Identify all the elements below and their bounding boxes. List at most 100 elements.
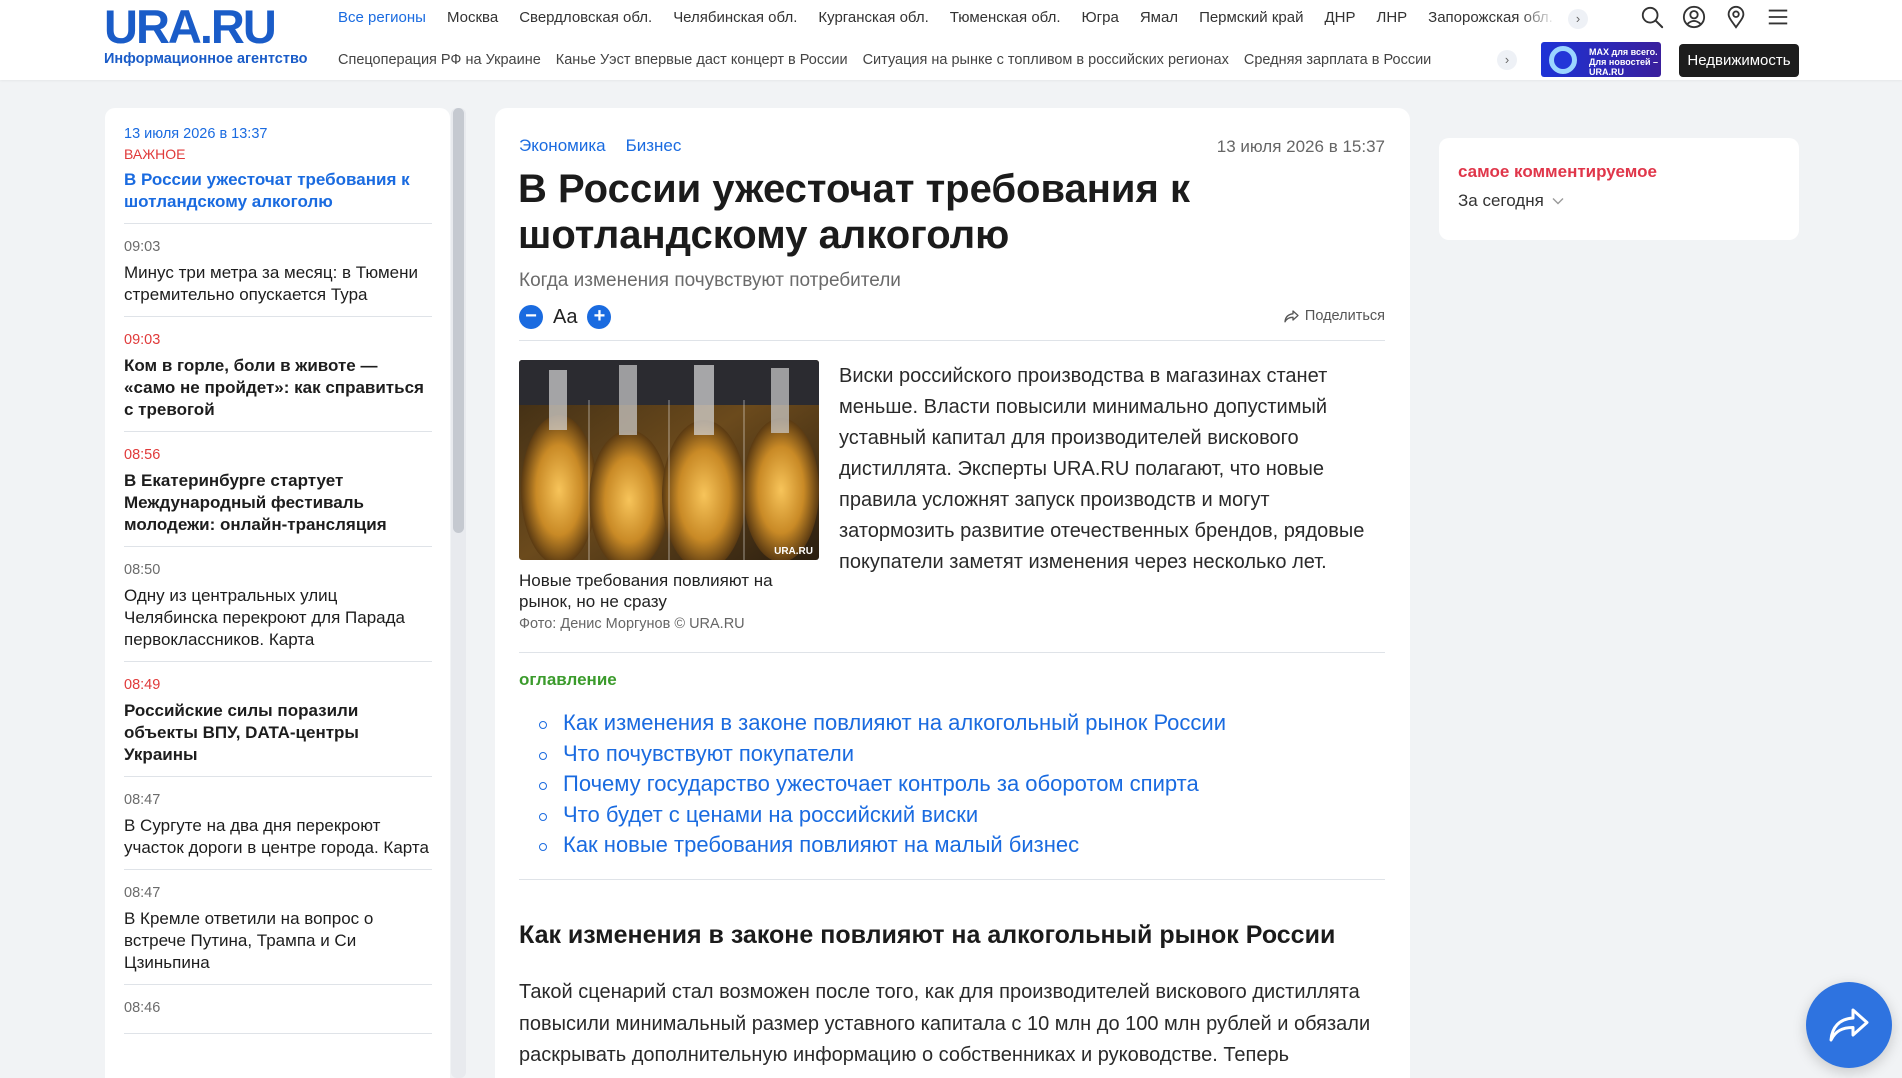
chevron-down-icon bbox=[1552, 198, 1564, 205]
hot-topics-nav: Спецоперация РФ на Украине Канье Уэст вп… bbox=[338, 50, 1498, 70]
feed-title[interactable]: Минус три метра за месяц: в Тюмени стрем… bbox=[124, 262, 432, 306]
widget-title: самое комментируемое bbox=[1458, 162, 1657, 181]
photo-caption: Новые требования повлияют на рынок, но н… bbox=[519, 571, 773, 611]
location-icon[interactable] bbox=[1724, 4, 1748, 30]
toc-item[interactable]: Что будет с ценами на российский виски bbox=[539, 800, 1339, 831]
feed-item[interactable]: 13 июля 2026 в 13:37 ВАЖНОЕ В России уже… bbox=[124, 125, 432, 224]
feed-time: 08:49 bbox=[124, 677, 161, 693]
share-button[interactable]: Поделиться bbox=[1284, 308, 1385, 324]
regions-scroll-right-button[interactable]: › bbox=[1568, 9, 1588, 29]
divider bbox=[519, 879, 1385, 880]
max-messenger-banner[interactable]: MAX для всего. Для новостей – URA.RU bbox=[1541, 42, 1661, 77]
toc-item-label[interactable]: Что почувствуют покупатели bbox=[563, 741, 854, 766]
feed-scrollbar[interactable] bbox=[451, 108, 466, 1078]
profile-icon[interactable] bbox=[1682, 4, 1706, 30]
region-yugra[interactable]: Югра bbox=[1082, 8, 1119, 30]
topics-scroll-right-button[interactable]: › bbox=[1497, 50, 1517, 70]
site-header: URA.RU Информационное агентство Все реги… bbox=[0, 0, 1902, 80]
feed-time: 08:46 bbox=[124, 1000, 161, 1016]
feed-time: 08:47 bbox=[124, 792, 161, 808]
font-size-control: − Aa + bbox=[519, 305, 612, 329]
feed-item[interactable]: 08:46 bbox=[124, 999, 432, 1034]
region-dnr[interactable]: ДНР bbox=[1324, 8, 1355, 30]
article: Экономика Бизнес 13 июля 2026 в 15:37 В … bbox=[495, 108, 1410, 1078]
toc-item[interactable]: Почему государство ужесточает контроль з… bbox=[539, 769, 1339, 800]
toc-item-label[interactable]: Почему государство ужесточает контроль з… bbox=[563, 771, 1199, 796]
share-arrow-icon bbox=[1829, 1008, 1869, 1042]
article-body: Такой сценарий стал возможен после того,… bbox=[519, 981, 1371, 1066]
bullet-icon bbox=[539, 721, 547, 729]
article-lead: Виски российского производства в магазин… bbox=[839, 365, 1365, 573]
max-logo-icon bbox=[1549, 46, 1577, 74]
photo-credit: Фото: Денис Моргунов © URA.RU bbox=[519, 616, 745, 632]
max-banner-text: MAX для всего. Для новостей – URA.RU bbox=[1589, 47, 1659, 77]
most-commented-widget: самое комментируемое За сегодня bbox=[1439, 138, 1799, 240]
bullet-icon bbox=[539, 812, 547, 821]
font-size-label: Aa bbox=[553, 305, 578, 328]
feed-title[interactable]: Одну из центральных улиц Челябинска пере… bbox=[124, 585, 432, 651]
feed-title[interactable]: В Сургуте на два дня перекроют участок д… bbox=[124, 815, 432, 859]
toc-item-label[interactable]: Как изменения в законе повлияют на алког… bbox=[563, 710, 1226, 735]
feed-item[interactable]: 08:47 В Кремле ответили на вопрос о встр… bbox=[124, 884, 432, 985]
logo-subtitle: Информационное агентство bbox=[104, 51, 308, 67]
article-title: В России ужесточат требования к шотландс… bbox=[518, 167, 1190, 257]
realty-button[interactable]: Недвижимость bbox=[1679, 44, 1799, 77]
bullet-icon bbox=[539, 751, 547, 760]
news-feed: 13 июля 2026 в 13:37 ВАЖНОЕ В России уже… bbox=[105, 108, 450, 1078]
search-icon[interactable] bbox=[1640, 4, 1664, 30]
topic-link[interactable]: Спецоперация РФ на Украине bbox=[338, 50, 541, 70]
feed-item[interactable]: 09:03 Минус три метра за месяц: в Тюмени… bbox=[124, 238, 432, 317]
feed-scrollbar-thumb[interactable] bbox=[453, 108, 464, 533]
region-perm[interactable]: Пермский край bbox=[1199, 8, 1303, 30]
site-logo[interactable]: URA.RU Информационное агентство bbox=[104, 3, 322, 67]
article-photo[interactable]: URA.RU bbox=[519, 360, 819, 560]
logo-text[interactable]: URA.RU bbox=[104, 3, 322, 50]
period-dropdown[interactable]: За сегодня bbox=[1458, 191, 1564, 211]
feed-title[interactable]: Российские силы поразили объекты ВПУ, DA… bbox=[124, 700, 432, 766]
font-decrease-button[interactable]: − bbox=[519, 305, 543, 329]
region-sverdlovsk[interactable]: Свердловская обл. bbox=[519, 8, 652, 30]
font-increase-button[interactable]: + bbox=[587, 305, 612, 329]
feed-time: 09:03 bbox=[124, 239, 161, 255]
region-tyumen[interactable]: Тюменская обл. bbox=[950, 8, 1061, 30]
share-label: Поделиться bbox=[1304, 308, 1385, 324]
article-subtitle: Когда изменения почувствуют потребители bbox=[519, 270, 901, 291]
toc-item[interactable]: Как новые требования повлияют на малый б… bbox=[539, 830, 1339, 861]
feed-item[interactable]: 08:56 В Екатеринбурге стартует Междунаро… bbox=[124, 446, 432, 547]
important-badge: ВАЖНОЕ bbox=[124, 146, 186, 162]
menu-icon[interactable] bbox=[1766, 4, 1790, 30]
feed-item[interactable]: 08:47 В Сургуте на два дня перекроют уча… bbox=[124, 791, 432, 870]
divider bbox=[519, 340, 1385, 341]
tag-business[interactable]: Бизнес bbox=[626, 136, 682, 156]
region-yamal[interactable]: Ямал bbox=[1140, 8, 1178, 30]
feed-time: 09:03 bbox=[124, 332, 161, 348]
region-lnr[interactable]: ЛНР bbox=[1376, 8, 1407, 30]
topic-link[interactable]: Ситуация на рынке с топливом в российски… bbox=[863, 50, 1229, 70]
region-moscow[interactable]: Москва bbox=[447, 8, 498, 30]
toc-item-label[interactable]: Что будет с ценами на российский виски bbox=[563, 802, 978, 827]
feed-time: 08:50 bbox=[124, 562, 161, 578]
topics-fade bbox=[1440, 48, 1500, 70]
feed-title[interactable]: Ком в горле, боли в животе — «само не пр… bbox=[124, 355, 432, 421]
period-selected[interactable]: За сегодня bbox=[1458, 191, 1544, 211]
section-heading: Как изменения в законе повлияют на алког… bbox=[519, 921, 1336, 949]
region-chelyabinsk[interactable]: Челябинская обл. bbox=[673, 8, 797, 30]
feed-title[interactable]: В России ужесточат требования к шотландс… bbox=[124, 169, 432, 213]
toc-item[interactable]: Как изменения в законе повлияют на алког… bbox=[539, 708, 1339, 739]
feed-item[interactable]: 08:49 Российские силы поразили объекты В… bbox=[124, 676, 432, 777]
feed-item[interactable]: 09:03 Ком в горле, боли в животе — «само… bbox=[124, 331, 432, 432]
feed-title[interactable]: В Екатеринбурге стартует Международный ф… bbox=[124, 470, 432, 536]
toc-item[interactable]: Что почувствуют покупатели bbox=[539, 739, 1339, 770]
feed-title[interactable]: В Кремле ответили на вопрос о встрече Пу… bbox=[124, 908, 432, 974]
topic-link[interactable]: Средняя зарплата в России bbox=[1244, 50, 1431, 70]
feed-time: 08:47 bbox=[124, 885, 161, 901]
feed-item[interactable]: 08:50 Одну из центральных улиц Челябинск… bbox=[124, 561, 432, 662]
region-all[interactable]: Все регионы bbox=[338, 8, 426, 30]
topic-link[interactable]: Канье Уэст впервые даст концерт в России bbox=[556, 50, 848, 70]
floating-share-button[interactable] bbox=[1806, 982, 1892, 1068]
article-date: 13 июля 2026 в 15:37 bbox=[1216, 137, 1385, 156]
toc-item-label[interactable]: Как новые требования повлияют на малый б… bbox=[563, 832, 1079, 857]
feed-time: 08:56 bbox=[124, 447, 161, 463]
tag-economy[interactable]: Экономика bbox=[519, 136, 606, 156]
region-kurgan[interactable]: Курганская обл. bbox=[818, 8, 928, 30]
